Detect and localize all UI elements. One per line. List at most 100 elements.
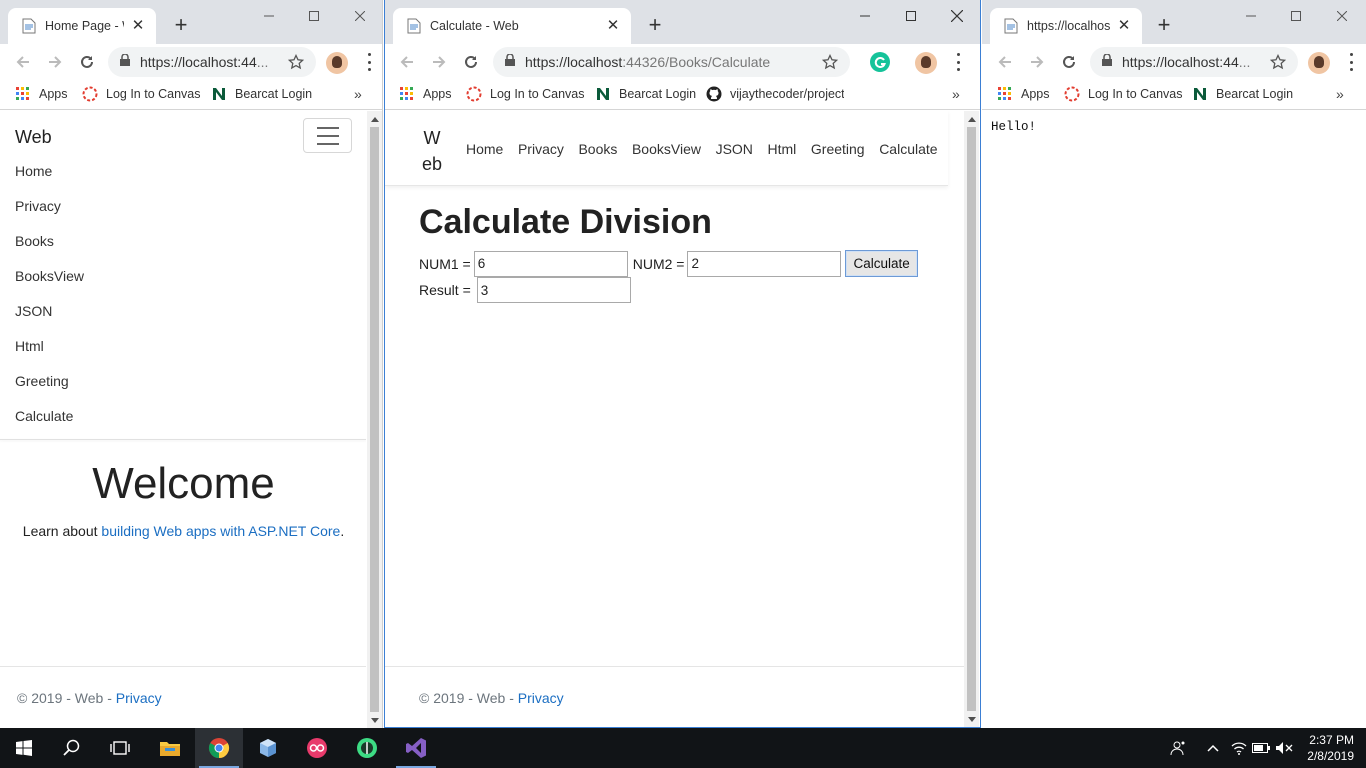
nav-booksview[interactable]: BooksView: [632, 141, 701, 157]
close-window-icon[interactable]: [934, 4, 980, 28]
bookmark-canvas[interactable]: Log In to Canvas: [466, 86, 585, 102]
forward-icon[interactable]: [427, 50, 451, 74]
wifi-icon[interactable]: [1228, 728, 1250, 768]
bookmark-canvas[interactable]: Log In to Canvas: [1064, 86, 1183, 102]
bookmark-star-icon[interactable]: [1266, 54, 1290, 70]
close-tab-icon[interactable]: ✕: [605, 18, 621, 34]
scroll-thumb[interactable]: [967, 127, 976, 711]
profile-avatar[interactable]: [915, 52, 937, 74]
bookmark-apps[interactable]: Apps: [399, 86, 452, 102]
nav-privacy[interactable]: Privacy: [15, 196, 84, 231]
reload-icon[interactable]: [1057, 50, 1081, 74]
back-icon[interactable]: [395, 50, 419, 74]
bookmark-star-icon[interactable]: [284, 54, 308, 70]
bookmark-apps[interactable]: Apps: [997, 86, 1050, 102]
profile-avatar[interactable]: [326, 52, 348, 74]
tab-localhost[interactable]: https://localhost ✕: [990, 8, 1142, 44]
address-bar[interactable]: https://localhost:44326/Books/Calculate: [493, 47, 850, 77]
navbar-toggler[interactable]: [303, 118, 352, 153]
bookmark-bearcat[interactable]: Bearcat Login: [211, 86, 312, 102]
tab-calculate[interactable]: Calculate - Web ✕: [393, 8, 631, 44]
task-view-icon[interactable]: [96, 728, 144, 768]
scroll-down-icon[interactable]: [964, 711, 979, 727]
nav-calculate[interactable]: Calculate: [879, 141, 937, 157]
close-window-icon[interactable]: [1319, 4, 1365, 28]
nav-privacy[interactable]: Privacy: [518, 141, 564, 157]
back-icon[interactable]: [993, 50, 1017, 74]
new-tab-icon[interactable]: +: [170, 14, 192, 36]
new-tab-icon[interactable]: +: [644, 14, 666, 36]
menu-icon[interactable]: [1348, 53, 1354, 71]
footer-privacy-link[interactable]: Privacy: [518, 690, 564, 706]
nav-html[interactable]: Html: [15, 336, 84, 371]
minimize-icon[interactable]: [842, 4, 888, 28]
calculate-button[interactable]: Calculate: [845, 250, 918, 277]
site-brand[interactable]: Web: [419, 125, 445, 177]
android-studio-icon[interactable]: [343, 728, 391, 768]
reload-icon[interactable]: [459, 50, 483, 74]
bookmarks-overflow-icon[interactable]: »: [952, 86, 960, 102]
grammarly-icon[interactable]: [870, 52, 890, 72]
bookmark-bearcat[interactable]: Bearcat Login: [595, 86, 696, 102]
scroll-up-icon[interactable]: [964, 111, 979, 127]
minimize-icon[interactable]: [246, 4, 292, 28]
scroll-up-icon[interactable]: [367, 111, 382, 127]
bookmarks-overflow-icon[interactable]: »: [1336, 86, 1344, 102]
volume-muted-icon[interactable]: [1273, 728, 1295, 768]
nav-booksview[interactable]: BooksView: [15, 266, 84, 301]
app-oo-icon[interactable]: [293, 728, 341, 768]
people-icon[interactable]: [1166, 728, 1190, 768]
learn-link[interactable]: building Web apps with ASP.NET Core: [101, 523, 340, 539]
address-bar[interactable]: https://localhost:44...: [1090, 47, 1298, 77]
file-explorer-icon[interactable]: [146, 728, 194, 768]
bookmark-apps[interactable]: Apps: [15, 86, 68, 102]
bookmark-star-icon[interactable]: [818, 54, 842, 70]
nav-home[interactable]: Home: [15, 161, 84, 196]
maximize-icon[interactable]: [291, 4, 337, 28]
bookmark-github[interactable]: vijaythecoder/project: [706, 86, 844, 102]
scroll-down-icon[interactable]: [367, 712, 382, 728]
close-tab-icon[interactable]: ✕: [130, 18, 146, 34]
vertical-scrollbar[interactable]: [964, 111, 979, 727]
footer-privacy-link[interactable]: Privacy: [116, 690, 162, 706]
taskbar-clock[interactable]: 2:37 PM 2/8/2019: [1307, 732, 1354, 764]
result-input[interactable]: [476, 277, 631, 303]
nav-home[interactable]: Home: [466, 141, 503, 157]
site-brand[interactable]: Web: [15, 127, 52, 148]
nav-books[interactable]: Books: [578, 141, 617, 157]
bookmark-canvas[interactable]: Log In to Canvas: [82, 86, 201, 102]
forward-icon[interactable]: [1025, 50, 1049, 74]
menu-icon[interactable]: [366, 53, 372, 71]
nav-calculate[interactable]: Calculate: [15, 406, 84, 441]
minimize-icon[interactable]: [1228, 4, 1274, 28]
nav-json[interactable]: JSON: [716, 141, 753, 157]
nav-books[interactable]: Books: [15, 231, 84, 266]
close-tab-icon[interactable]: ✕: [1116, 18, 1132, 34]
show-hidden-icons-chevron-icon[interactable]: [1202, 728, 1224, 768]
nav-html[interactable]: Html: [768, 141, 797, 157]
visual-studio-icon[interactable]: [392, 728, 440, 768]
profile-avatar[interactable]: [1308, 52, 1330, 74]
close-window-icon[interactable]: [337, 4, 382, 28]
app-cube-icon[interactable]: [244, 728, 292, 768]
nav-greeting[interactable]: Greeting: [15, 371, 84, 406]
bookmarks-overflow-icon[interactable]: »: [354, 86, 362, 102]
new-tab-icon[interactable]: +: [1153, 14, 1175, 36]
chrome-icon[interactable]: [195, 728, 243, 768]
menu-icon[interactable]: [955, 53, 961, 71]
nav-greeting[interactable]: Greeting: [811, 141, 865, 157]
maximize-icon[interactable]: [888, 4, 934, 28]
back-icon[interactable]: [11, 50, 35, 74]
num2-input[interactable]: [687, 250, 842, 277]
maximize-icon[interactable]: [1273, 4, 1319, 28]
scroll-thumb[interactable]: [370, 127, 379, 712]
battery-icon[interactable]: [1250, 728, 1272, 768]
vertical-scrollbar[interactable]: [367, 111, 382, 728]
search-icon[interactable]: [48, 728, 96, 768]
tab-home-page[interactable]: Home Page - W ✕: [8, 8, 156, 44]
forward-icon[interactable]: [43, 50, 67, 74]
address-bar[interactable]: https://localhost:44...: [108, 47, 316, 77]
reload-icon[interactable]: [75, 50, 99, 74]
start-windows-icon[interactable]: [0, 728, 48, 768]
nav-json[interactable]: JSON: [15, 301, 84, 336]
